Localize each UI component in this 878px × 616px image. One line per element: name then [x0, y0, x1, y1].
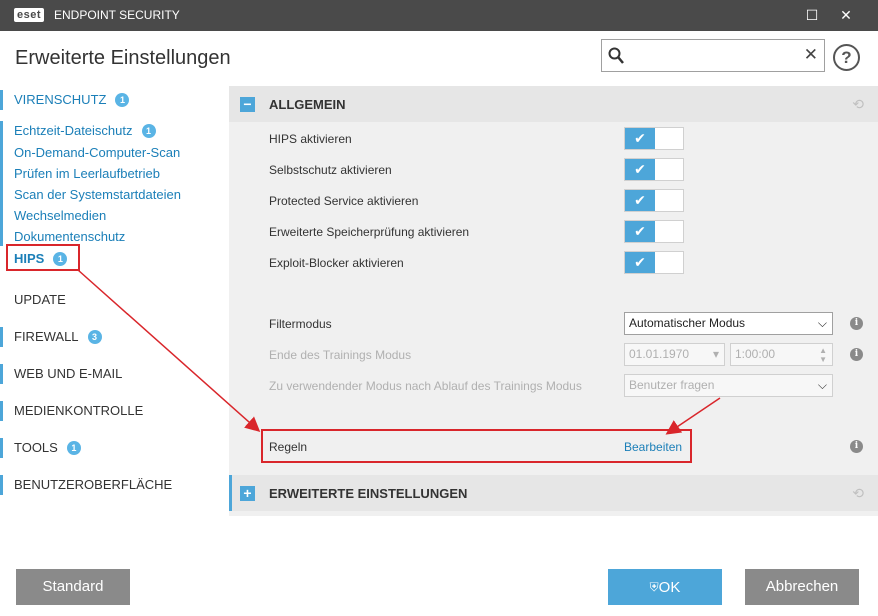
- clear-search-icon[interactable]: ✕: [804, 45, 818, 65]
- sidebar-subitem-ondemand[interactable]: On-Demand-Computer-Scan: [14, 144, 180, 162]
- spinner-icon: ▲ ▼: [819, 346, 827, 364]
- select-value: Automatischer Modus: [629, 316, 746, 330]
- select-value: 1:00:00: [735, 347, 776, 361]
- help-icon[interactable]: ?: [833, 44, 860, 71]
- sidebar-item-label: Echtzeit-Dateischutz: [14, 123, 133, 138]
- highlight-box-rules: [261, 429, 692, 463]
- search-box[interactable]: ✕: [601, 39, 825, 72]
- chevron-down-icon: ▾: [712, 347, 719, 361]
- undo-icon[interactable]: ⟲: [852, 96, 864, 113]
- notification-badge: 3: [87, 330, 102, 344]
- check-icon: ✔: [625, 252, 655, 273]
- sidebar-subitem-echtzeit[interactable]: Echtzeit-Dateischutz 1: [14, 122, 156, 140]
- section-title: ERWEITERTE EINSTELLUNGEN: [269, 486, 468, 501]
- shield-icon: ⛨: [649, 580, 659, 594]
- chevron-down-icon: ⌵: [817, 378, 827, 392]
- sidebar-subitem-leerlauf[interactable]: Prüfen im Leerlaufbetrieb: [14, 165, 160, 183]
- training-end-date: 01.01.1970 ▾: [624, 343, 725, 366]
- section-header-allgemein[interactable]: − ALLGEMEIN ⟲: [229, 86, 878, 122]
- sidebar: VIRENSCHUTZ 1 Echtzeit-Dateischutz 1 On-De…: [0, 86, 229, 516]
- info-icon[interactable]: i: [850, 348, 863, 361]
- selfprotect-label: Selbstschutz aktivieren: [269, 163, 392, 177]
- info-icon[interactable]: i: [850, 317, 863, 330]
- training-end-label: Ende des Trainings Modus: [269, 348, 412, 362]
- check-icon: ✔: [625, 128, 655, 149]
- standard-button[interactable]: Standard: [16, 569, 130, 605]
- undo-icon[interactable]: ⟲: [852, 485, 864, 502]
- exploit-blocker-toggle[interactable]: ✔: [624, 251, 684, 274]
- sidebar-subitem-wechselmedien[interactable]: Wechselmedien: [14, 207, 106, 225]
- expand-icon[interactable]: +: [240, 486, 255, 501]
- check-icon: ✔: [625, 221, 655, 242]
- cancel-button[interactable]: Abbrechen: [745, 569, 859, 605]
- training-end-time: 1:00:00 ▲ ▼: [730, 343, 833, 366]
- sidebar-item-tools[interactable]: TOOLS 1: [0, 438, 81, 458]
- close-icon[interactable]: ✕: [835, 4, 857, 26]
- notification-badge: 1: [115, 93, 130, 107]
- sidebar-item-benutzeroberflaeche[interactable]: BENUTZEROBERFLÄCHE: [0, 475, 172, 495]
- info-icon[interactable]: i: [850, 440, 863, 453]
- hips-enable-toggle[interactable]: ✔: [624, 127, 684, 150]
- check-icon: ✔: [625, 190, 655, 211]
- title-bar: eset ENDPOINT SECURITY ☐ ✕: [0, 0, 878, 31]
- ok-button[interactable]: ⛨OK: [608, 569, 722, 605]
- sidebar-item-firewall[interactable]: FIREWALL 3: [0, 327, 102, 347]
- sidebar-item-web-email[interactable]: WEB UND E-MAIL: [0, 364, 122, 384]
- button-label: OK: [658, 579, 681, 596]
- maximize-icon[interactable]: ☐: [801, 4, 823, 26]
- search-icon: [608, 47, 624, 64]
- sidebar-item-label: TOOLS: [14, 440, 58, 455]
- select-value: 01.01.1970: [629, 347, 690, 361]
- sidebar-item-label: FIREWALL: [14, 329, 79, 344]
- selfprotect-toggle[interactable]: ✔: [624, 158, 684, 181]
- memory-scan-toggle[interactable]: ✔: [624, 220, 684, 243]
- chevron-down-icon: ⌵: [817, 316, 827, 330]
- sidebar-subitem-systemstart[interactable]: Scan der Systemstartdateien: [14, 186, 181, 204]
- exploit-blocker-label: Exploit-Blocker aktivieren: [269, 256, 404, 270]
- check-icon: ✔: [625, 159, 655, 180]
- eset-logo: eset: [14, 8, 45, 22]
- select-value: Benutzer fragen: [629, 378, 715, 392]
- sidebar-item-virenschutz[interactable]: VIRENSCHUTZ 1: [0, 90, 130, 110]
- filtermodus-select[interactable]: Automatischer Modus ⌵: [624, 312, 833, 335]
- protected-service-label: Protected Service aktivieren: [269, 194, 419, 208]
- search-input[interactable]: [630, 44, 798, 68]
- section-title: ALLGEMEIN: [269, 97, 346, 112]
- page-title: Erweiterte Einstellungen: [15, 47, 231, 69]
- sidebar-active-bar: [0, 121, 3, 246]
- hips-enable-label: HIPS aktivieren: [269, 132, 352, 146]
- highlight-box-hips: [6, 244, 80, 271]
- after-training-select: Benutzer fragen ⌵: [624, 374, 833, 397]
- sidebar-item-medienkontrolle[interactable]: MEDIENKONTROLLE: [0, 401, 143, 421]
- header: Erweiterte Einstellungen ✕ ?: [0, 31, 878, 86]
- sidebar-item-label: VIRENSCHUTZ: [14, 92, 107, 107]
- notification-badge: 1: [141, 124, 156, 138]
- sidebar-item-update[interactable]: UPDATE: [0, 290, 66, 310]
- after-training-label: Zu verwendender Modus nach Ablauf des Tr…: [269, 379, 582, 393]
- section-header-erweiterte[interactable]: + ERWEITERTE EINSTELLUNGEN ⟲: [229, 475, 878, 511]
- protected-service-toggle[interactable]: ✔: [624, 189, 684, 212]
- memory-scan-label: Erweiterte Speicherprüfung aktivieren: [269, 225, 470, 239]
- collapse-icon[interactable]: −: [240, 97, 255, 112]
- filtermodus-label: Filtermodus: [269, 317, 332, 331]
- notification-badge: 1: [66, 441, 81, 455]
- app-title: ENDPOINT SECURITY: [54, 8, 180, 22]
